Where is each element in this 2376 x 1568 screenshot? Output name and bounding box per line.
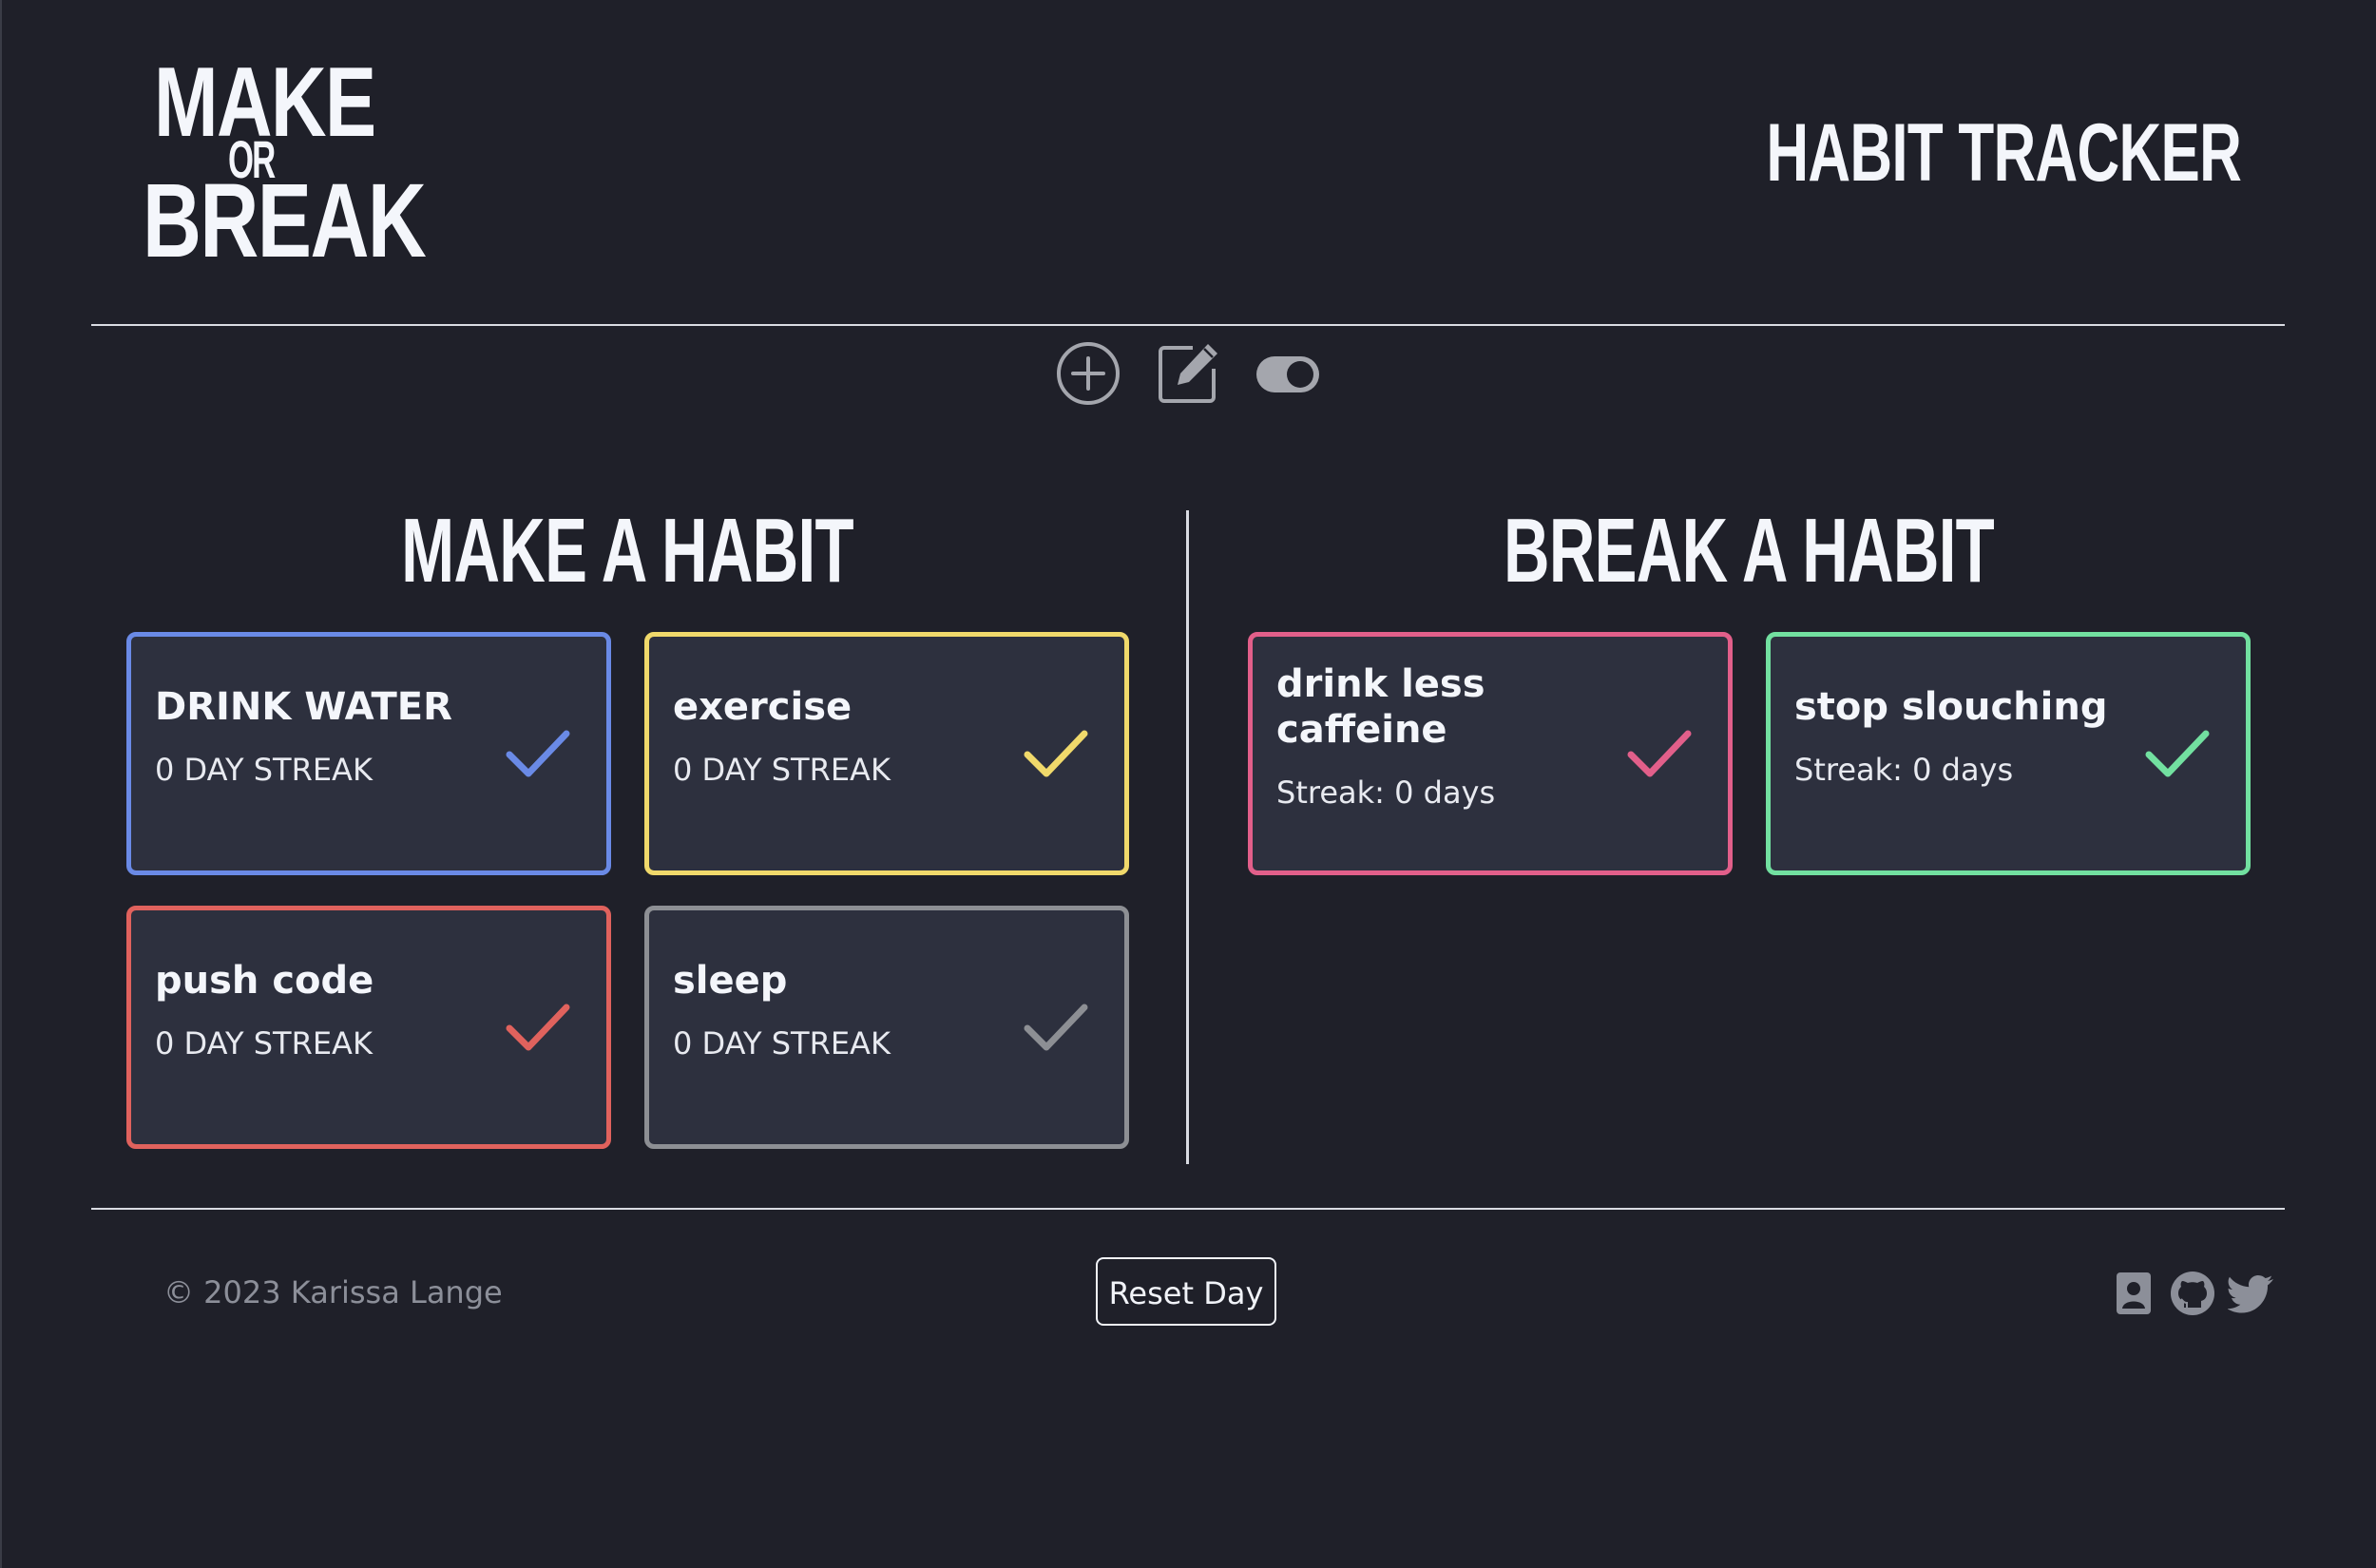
habit-card-drink-less-caffeine[interactable]: drink less caffeine Streak: 0 days — [1248, 632, 1733, 875]
make-habit-heading: MAKE A HABIT — [401, 500, 853, 602]
habit-streak: 0 DAY STREAK — [673, 1025, 891, 1061]
checkmark-icon — [506, 730, 570, 777]
edit-habits-button[interactable] — [1155, 340, 1221, 407]
break-habit-heading: BREAK A HABIT — [1503, 500, 1995, 602]
habit-streak: 0 DAY STREAK — [155, 1025, 373, 1061]
toggle-icon — [1256, 356, 1319, 392]
checkmark-icon — [2145, 730, 2210, 777]
copyright-text: © 2023 Karissa Lange — [163, 1274, 503, 1310]
twitter-icon — [2228, 1275, 2273, 1313]
habit-name: push code — [155, 959, 374, 1003]
footer-divider — [91, 1208, 2285, 1210]
theme-toggle[interactable] — [1255, 340, 1321, 407]
complete-check-button[interactable] — [1022, 726, 1090, 783]
complete-check-button[interactable] — [1022, 1000, 1090, 1057]
complete-check-button[interactable] — [504, 1000, 572, 1057]
social-links — [2110, 1270, 2281, 1321]
contact-icon — [2117, 1272, 2151, 1314]
habit-card-drink-water[interactable]: DRINK WATER 0 DAY STREAK — [126, 632, 611, 875]
twitter-link[interactable] — [2228, 1270, 2275, 1317]
habit-card-push-code[interactable]: push code 0 DAY STREAK — [126, 906, 611, 1149]
habit-card-stop-slouching[interactable]: stop slouching Streak: 0 days — [1766, 632, 2251, 875]
checkmark-icon — [506, 1004, 570, 1051]
habit-card-exercise[interactable]: exercise 0 DAY STREAK — [644, 632, 1129, 875]
habit-name: exercise — [673, 685, 853, 729]
section-divider — [1186, 510, 1189, 1164]
checkmark-icon — [1627, 730, 1692, 777]
habit-card-sleep[interactable]: sleep 0 DAY STREAK — [644, 906, 1129, 1149]
add-habit-button[interactable] — [1055, 340, 1121, 407]
logo-line-break: BREAK — [143, 163, 427, 279]
habit-name: drink less caffeine — [1276, 662, 1485, 752]
reset-day-button[interactable]: Reset Day — [1096, 1257, 1276, 1326]
checkmark-icon — [1024, 730, 1088, 777]
header-divider — [91, 324, 2285, 326]
habit-streak: 0 DAY STREAK — [155, 752, 373, 788]
github-icon — [2171, 1272, 2214, 1315]
add-circle-icon — [1057, 342, 1120, 405]
make-or-break-logo[interactable]: MAKE OR BREAK — [141, 53, 427, 274]
complete-check-button[interactable] — [1625, 726, 1694, 783]
habit-name: DRINK WATER — [155, 685, 452, 729]
toolbar — [1055, 340, 1331, 407]
habit-name: stop slouching — [1794, 685, 2108, 729]
complete-check-button[interactable] — [504, 726, 572, 783]
app-title: HABIT TRACKER — [1766, 107, 2241, 199]
github-link[interactable] — [2169, 1270, 2216, 1317]
checkmark-icon — [1024, 1004, 1088, 1051]
habit-streak: Streak: 0 days — [1276, 774, 1496, 811]
edit-icon — [1159, 344, 1217, 403]
habit-streak: 0 DAY STREAK — [673, 752, 891, 788]
contact-link[interactable] — [2110, 1270, 2157, 1317]
habit-name: sleep — [673, 959, 788, 1003]
habit-streak: Streak: 0 days — [1794, 752, 2014, 788]
window-edge — [0, 0, 2, 1568]
complete-check-button[interactable] — [2143, 726, 2212, 783]
